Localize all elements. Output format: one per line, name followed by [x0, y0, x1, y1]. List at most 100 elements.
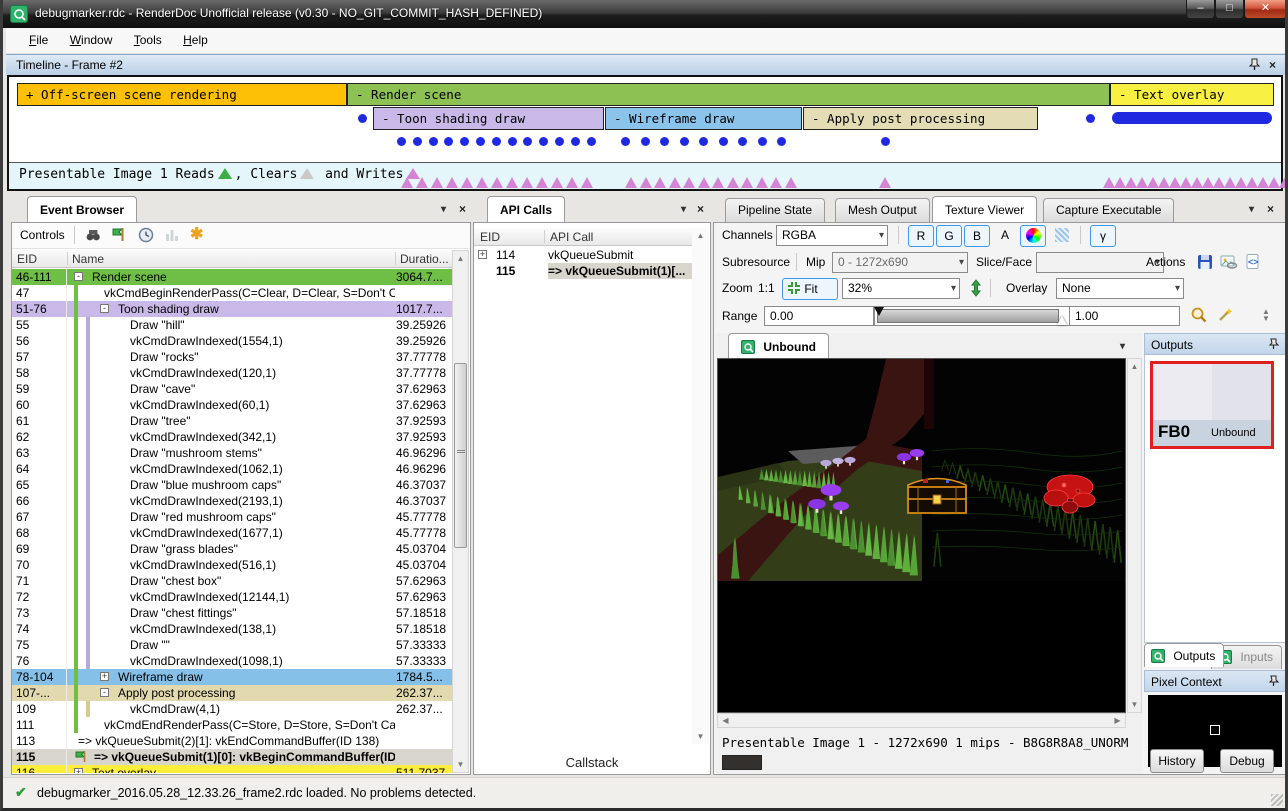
- event-row[interactable]: 111vkCmdEndRenderPass(C=Store, D=Store, …: [12, 717, 453, 733]
- title-bar[interactable]: debugmarker.rdc - RenderDoc Unofficial r…: [3, 0, 1288, 28]
- chevron-down-icon[interactable]: ▾: [681, 204, 686, 215]
- event-row[interactable]: 107-...-Apply post processing262.37...: [12, 685, 453, 701]
- chevron-down-icon[interactable]: ▾: [1120, 341, 1125, 352]
- timeline-bar[interactable]: - Render scene: [347, 83, 1110, 106]
- menu-window[interactable]: Window: [61, 28, 122, 52]
- tab-pipeline-state[interactable]: Pipeline State: [725, 198, 825, 222]
- tab-mesh-output[interactable]: Mesh Output: [835, 198, 930, 222]
- autofit-magnifier-icon[interactable]: [1190, 306, 1208, 327]
- event-row[interactable]: 68vkCmdDrawIndexed(1677,1)45.77778: [12, 525, 453, 541]
- pin-icon[interactable]: [1269, 675, 1279, 690]
- timeline-bar[interactable]: - Toon shading draw: [373, 107, 604, 130]
- timeline-bar[interactable]: + Off-screen scene rendering: [17, 83, 347, 106]
- time-duration-icon[interactable]: [138, 227, 154, 246]
- mip-select[interactable]: 0 - 1272x690▾: [832, 252, 968, 273]
- timeline-bar[interactable]: - Apply post processing: [803, 107, 1038, 130]
- menu-tools[interactable]: Tools: [125, 28, 171, 52]
- event-row[interactable]: 62vkCmdDrawIndexed(342,1)37.92593: [12, 429, 453, 445]
- flip-y-icon[interactable]: [970, 279, 982, 300]
- event-row[interactable]: 67Draw "red mushroom caps"45.77778: [12, 509, 453, 525]
- zoom-1to1-button[interactable]: 1:1: [758, 281, 775, 295]
- channel-g-button[interactable]: G: [936, 225, 962, 247]
- pin-icon[interactable]: [1269, 338, 1279, 353]
- tab-outputs[interactable]: Outputs: [1144, 643, 1224, 667]
- output-fb0-thumbnail[interactable]: FB0 Unbound: [1150, 361, 1274, 449]
- tab-unbound-texture[interactable]: Unbound: [728, 333, 829, 358]
- event-browser-columns[interactable]: EID Name Duratio...: [12, 250, 453, 268]
- event-row[interactable]: 115=> vkQueueSubmit(1)[0]: vkBeginComman…: [12, 749, 453, 765]
- wand-icon[interactable]: [1216, 306, 1234, 327]
- checkerboard-icon[interactable]: [1050, 225, 1074, 247]
- range-black-handle[interactable]: [874, 307, 884, 316]
- maximize-button[interactable]: □: [1215, 0, 1244, 19]
- timeline-close-icon[interactable]: ×: [1269, 58, 1276, 72]
- texture-hscrollbar[interactable]: ◀▶: [717, 713, 1126, 728]
- event-row[interactable]: 69Draw "grass blades"45.03704: [12, 541, 453, 557]
- resolve-icon[interactable]: ✱: [190, 224, 203, 244]
- collapse-icon[interactable]: -: [100, 304, 109, 313]
- api-calls-close-icon[interactable]: ×: [697, 202, 704, 216]
- api-calls-list[interactable]: +114vkQueueSubmit115=> vkQueueSubmit(1)[…: [474, 247, 694, 747]
- texture-display[interactable]: [717, 358, 1126, 713]
- range-slider[interactable]: [874, 306, 1070, 326]
- event-row[interactable]: 56vkCmdDrawIndexed(1554,1)39.25926: [12, 333, 453, 349]
- event-row[interactable]: 109vkCmdDraw(4,1)262.37...: [12, 701, 453, 717]
- event-row[interactable]: 72vkCmdDrawIndexed(12144,1)57.62963: [12, 589, 453, 605]
- tab-event-browser[interactable]: Event Browser: [27, 196, 137, 222]
- gamma-button[interactable]: γ: [1090, 225, 1116, 247]
- sliceface-select[interactable]: ▾: [1036, 252, 1164, 273]
- event-row[interactable]: 60vkCmdDrawIndexed(60,1)37.62963: [12, 397, 453, 413]
- close-button[interactable]: ✕: [1244, 0, 1287, 19]
- fit-button[interactable]: Fit: [782, 278, 838, 300]
- menu-help[interactable]: Help: [174, 28, 217, 52]
- chevron-down-icon[interactable]: ▾: [441, 204, 446, 215]
- event-row[interactable]: 63Draw "mushroom stems"46.96296: [12, 445, 453, 461]
- api-call-row[interactable]: +114vkQueueSubmit: [474, 247, 694, 263]
- zoom-select[interactable]: 32%▾: [842, 278, 960, 299]
- event-row[interactable]: 78-104+Wireframe draw1784.5...: [12, 669, 453, 685]
- expand-icon[interactable]: +: [478, 250, 487, 259]
- event-row[interactable]: 59Draw "cave"37.62963: [12, 381, 453, 397]
- event-browser-list[interactable]: 46-111-Render scene3064.7...47vkCmdBegin…: [12, 269, 453, 773]
- timeline-bar[interactable]: - Wireframe draw: [605, 107, 802, 130]
- collapse-icon[interactable]: -: [74, 272, 83, 281]
- texture-vscrollbar[interactable]: ▲▼: [1127, 358, 1142, 713]
- range-max-input[interactable]: 1.00: [1070, 306, 1180, 326]
- expand-icon[interactable]: +: [100, 672, 109, 681]
- overlay-select[interactable]: None▾: [1056, 278, 1184, 299]
- texture-viewer-close-icon[interactable]: ×: [1267, 202, 1274, 216]
- event-row[interactable]: 74vkCmdDrawIndexed(138,1)57.18518: [12, 621, 453, 637]
- event-browser-scrollbar[interactable]: ▲ ▼: [452, 250, 469, 773]
- event-row[interactable]: 66vkCmdDrawIndexed(2193,1)46.37037: [12, 493, 453, 509]
- code-icon[interactable]: <>: [1244, 253, 1262, 274]
- api-call-text[interactable]: vkQueueSubmit: [548, 247, 692, 263]
- channels-select[interactable]: RGBA▾: [776, 225, 888, 246]
- minimize-button[interactable]: –: [1186, 0, 1215, 19]
- resize-grip[interactable]: [1271, 794, 1283, 806]
- channel-r-button[interactable]: R: [908, 225, 934, 247]
- event-row[interactable]: 58vkCmdDrawIndexed(120,1)37.77778: [12, 365, 453, 381]
- color-wheel-icon[interactable]: [1020, 225, 1046, 247]
- tab-texture-viewer[interactable]: Texture Viewer: [932, 196, 1037, 222]
- pin-icon[interactable]: [1249, 58, 1260, 74]
- expand-icon[interactable]: +: [74, 768, 83, 773]
- event-row[interactable]: 65Draw "blue mushroom caps"46.37037: [12, 477, 453, 493]
- event-row[interactable]: 71Draw "chest box"57.62963: [12, 573, 453, 589]
- event-row[interactable]: 116-...+Text overlay511.7037: [12, 765, 453, 773]
- event-browser-close-icon[interactable]: ×: [459, 202, 466, 216]
- api-calls-columns[interactable]: EID API Call: [474, 228, 694, 246]
- save-icon[interactable]: [1196, 253, 1214, 274]
- timeline-bar[interactable]: - Text overlay: [1110, 83, 1274, 106]
- event-row[interactable]: 113=> vkQueueSubmit(2)[1]: vkEndCommandB…: [12, 733, 453, 749]
- event-row[interactable]: 57Draw "rocks"37.77778: [12, 349, 453, 365]
- event-row[interactable]: 75Draw ""57.33333: [12, 637, 453, 653]
- api-call-text[interactable]: => vkQueueSubmit(1)[...: [548, 263, 692, 279]
- event-row[interactable]: 46-111-Render scene3064.7...: [12, 269, 453, 285]
- bookmark-flag-icon[interactable]: [110, 226, 128, 247]
- channel-b-button[interactable]: B: [964, 225, 990, 247]
- event-row[interactable]: 76vkCmdDrawIndexed(1098,1)57.33333: [12, 653, 453, 669]
- api-call-row[interactable]: 115=> vkQueueSubmit(1)[...: [474, 263, 694, 279]
- range-min-input[interactable]: 0.00: [764, 306, 874, 326]
- event-row[interactable]: 64vkCmdDrawIndexed(1062,1)46.96296: [12, 461, 453, 477]
- collapse-icon[interactable]: -: [100, 688, 109, 697]
